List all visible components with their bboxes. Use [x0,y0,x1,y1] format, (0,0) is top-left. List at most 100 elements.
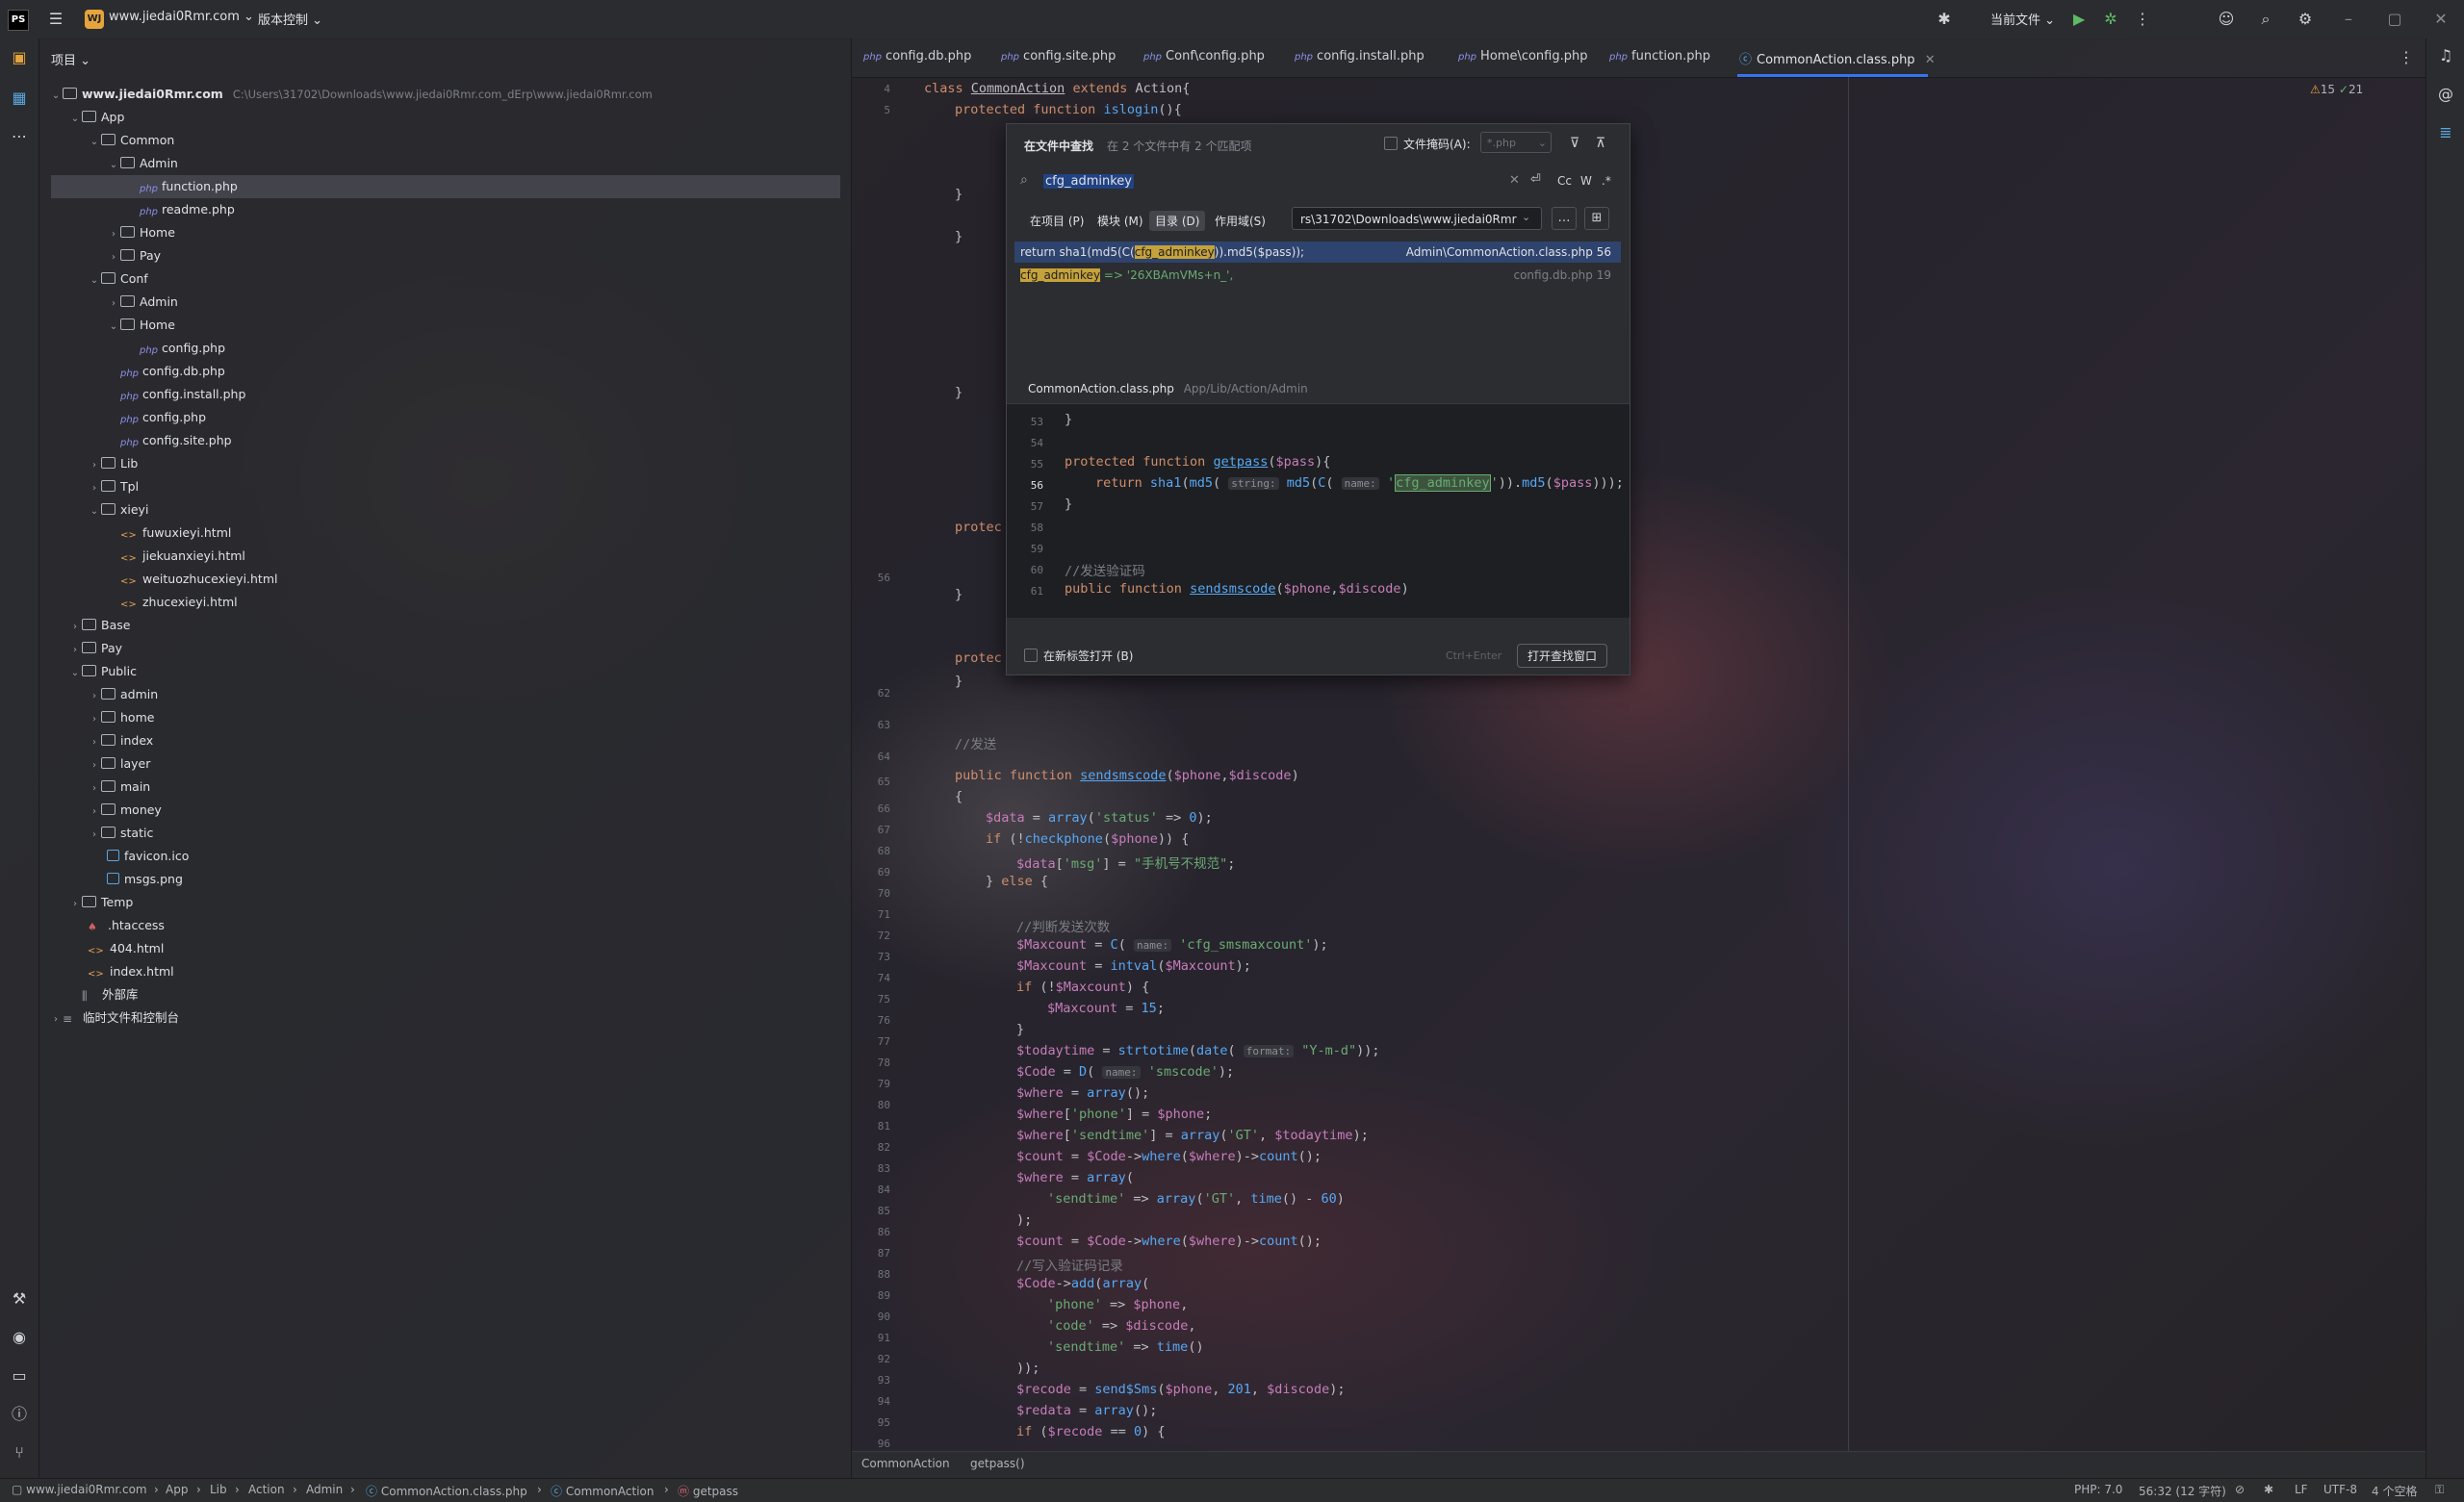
tree-folder-conf[interactable]: ⌄ Conf [88,267,148,291]
new-tab-checkbox[interactable] [1024,649,1038,662]
project-folder-icon[interactable]: ▣ [8,48,31,67]
whole-words-toggle[interactable]: W [1580,174,1592,188]
status-crumb[interactable]: ▢ www.jiedai0Rmr.com [12,1483,147,1496]
scope-module[interactable]: 模块 (M) [1091,211,1149,231]
ai-assistant-icon[interactable]: @ [2434,85,2457,104]
tree-folder-base[interactable]: › Base [68,614,130,637]
newline-icon[interactable]: ⏎ [1530,172,1541,187]
inspect-icon[interactable]: ⊘ [2235,1483,2245,1496]
tree-file-zhucexieyi[interactable]: <> zhucexieyi.html [120,591,238,614]
result-row[interactable]: return sha1(md5(C(cfg_adminkey)).md5($pa… [1014,242,1621,263]
tab-common-action[interactable]: ⓒ CommonAction.class.php ✕ [1739,49,1936,67]
minimize-icon[interactable]: – [2339,10,2358,29]
bug-icon[interactable]: ✱ [2264,1483,2273,1496]
close-window-icon[interactable]: ✕ [2431,10,2451,29]
tree-file-home-config[interactable]: php config.php [140,337,225,360]
tree-file-favicon[interactable]: favicon.ico [107,845,189,868]
run-config-selector[interactable]: 当前文件 ⌄ [1990,10,2055,28]
tree-file-config-install[interactable]: php config.install.php [120,383,245,406]
tree-file-config-db[interactable]: php config.db.php [120,360,225,383]
tab-config-site[interactable]: php config.site.php [1001,49,1116,64]
scope-custom[interactable]: 作用域(S) [1209,211,1271,231]
debug-icon[interactable]: ✲ [2101,10,2120,29]
indent-setting[interactable]: 4 个空格 [2372,1483,2417,1499]
browse-directory-button[interactable]: … [1552,207,1577,230]
chevron-down-icon[interactable]: ⌄ [1522,211,1530,223]
add-user-icon[interactable]: ☺ [2217,10,2236,29]
tree-file-htaccess[interactable]: ♠ .htaccess [88,914,165,937]
open-find-window-button[interactable]: 打开查找窗口 [1517,644,1608,668]
clear-icon[interactable]: ✕ [1509,173,1520,188]
filter-icon[interactable]: ⊽ [1565,134,1584,153]
inspection-widget[interactable]: ⚠15 ✓21 [2310,83,2363,96]
result-row[interactable]: cfg_adminkey => '26XBAmVMs+n_', config.d… [1014,265,1621,286]
read-only-lock-icon[interactable]: ⚿ [2435,1483,2444,1497]
status-crumb-class[interactable]: ⓒ CommonAction [551,1483,654,1499]
open-in-new-tab-toggle[interactable]: 在新标签打开 (B) [1024,648,1133,664]
tree-folder-conf-home[interactable]: ⌄ Home [107,314,175,337]
tree-folder-public-home[interactable]: › home [88,706,154,729]
project-panel-header[interactable]: 项目 ⌄ [51,50,90,68]
tree-folder-temp[interactable]: › Temp [68,891,133,914]
tree-folder-app[interactable]: ⌄ App [68,106,125,129]
caret-position[interactable]: 56:32 (12 字符) [2139,1483,2226,1499]
tree-file-readme-php[interactable]: php readme.php [140,198,235,221]
scope-directory[interactable]: 目录 (D) [1149,211,1206,231]
git-branch-icon[interactable]: ⑂ [8,1443,31,1463]
tree-folder-public-main[interactable]: › main [88,776,150,799]
directory-input[interactable]: rs\31702\Downloads\www.jiedai0Rmr [1292,207,1542,230]
status-crumb[interactable]: Action [248,1483,285,1496]
tab-function[interactable]: php function.php [1609,49,1710,64]
tree-folder-admin[interactable]: ⌄ Admin [107,152,178,175]
tree-folder-public-layer[interactable]: › layer [88,752,150,776]
more-tools-icon[interactable]: ⋯ [8,127,31,146]
line-separator[interactable]: LF [2295,1483,2308,1496]
file-mask-input[interactable]: *.php ⌄ [1480,132,1552,153]
recursive-toggle-icon[interactable]: ⊞ [1584,207,1609,230]
tree-folder-public-money[interactable]: › money [88,799,162,822]
tree-external-libraries[interactable]: ⫼ 外部库 [68,983,139,1006]
tree-file-config[interactable]: php config.php [120,406,206,429]
problems-icon[interactable]: ⓘ [8,1405,31,1424]
tree-folder-conf-admin[interactable]: › Admin [107,291,178,314]
tree-root[interactable]: ⌄ www.jiedai0Rmr.com C:\Users\31702\Downlo… [49,83,653,106]
tree-file-msgs-png[interactable]: msgs.png [107,868,183,891]
tree-folder-xieyi[interactable]: ⌄ xieyi [88,498,149,522]
debug-bug-icon[interactable]: ✱ [1935,10,1954,29]
more-vertical-icon[interactable]: ⋮ [2133,10,2152,29]
tree-file-function-php[interactable]: php function.php [51,175,840,198]
status-crumb[interactable]: App [166,1483,188,1496]
file-mask-checkbox[interactable] [1384,137,1398,150]
run-icon[interactable]: ▶ [2069,10,2089,29]
tab-config-db[interactable]: php config.db.php [863,49,971,64]
regex-toggle[interactable]: .* [1602,174,1611,188]
preview-code[interactable]: 53 } 54 55 protected function getpass($p… [1007,403,1630,618]
terminal-icon[interactable]: ▭ [8,1366,31,1386]
pin-icon[interactable]: ⊼ [1591,134,1610,153]
tree-folder-home[interactable]: › Home [107,221,175,244]
breadcrumb-class[interactable]: CommonAction [861,1457,950,1470]
tree-file-weituozhucexieyi[interactable]: <> weituozhucexieyi.html [120,568,278,591]
maximize-icon[interactable]: ▢ [2385,10,2404,29]
services-icon[interactable]: ◉ [8,1328,31,1347]
tree-folder-common[interactable]: ⌄ Common [88,129,175,152]
tree-file-jiekuanxieyi[interactable]: <> jiekuanxieyi.html [120,545,245,568]
tree-scratches[interactable]: › ≡ 临时文件和控制台 [49,1006,179,1030]
tab-home-config[interactable]: php Home\config.php [1458,49,1587,64]
search-icon[interactable]: ⌕ [2256,10,2275,29]
tab-config-install[interactable]: php config.install.php [1295,49,1424,64]
status-crumb-method[interactable]: ⓜ getpass [678,1483,738,1499]
find-query-text[interactable]: cfg_adminkey [1043,174,1134,189]
structure-icon[interactable]: ▦ [8,89,31,108]
tree-folder-public[interactable]: ⌄ Public [68,660,137,683]
settings-gear-icon[interactable]: ⚙ [2296,10,2315,29]
tab-conf-config[interactable]: php Conf\config.php [1143,49,1265,64]
hamburger-menu-icon[interactable]: ☰ [46,10,65,29]
tree-folder-tpl[interactable]: › Tpl [88,475,139,498]
vcs-menu[interactable]: 版本控制 ⌄ [258,10,322,28]
plugin-icon[interactable]: ⚒ [8,1289,31,1309]
tree-file-fuwuxieyi[interactable]: <> fuwuxieyi.html [120,522,231,545]
tree-file-404[interactable]: <> 404.html [88,937,164,960]
find-search-field[interactable]: ⌕ cfg_adminkey ✕ ⏎ Cc W .* [1020,170,1617,195]
scope-project[interactable]: 在项目 (P) [1024,211,1090,231]
